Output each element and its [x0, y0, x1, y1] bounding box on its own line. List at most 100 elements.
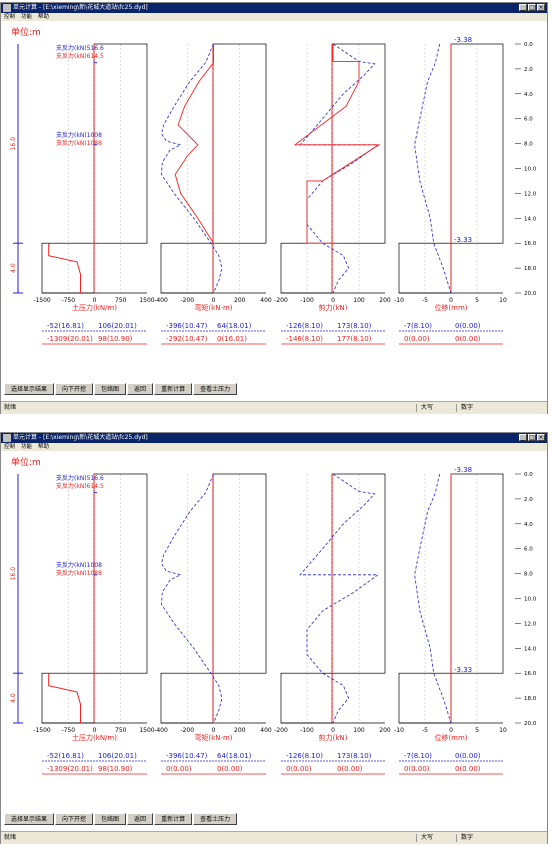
summary-blue-max: 0(0.00) [455, 322, 481, 330]
depth-tick-label: 14.0 [524, 216, 537, 222]
summary-blue-min: -126(8.10) [286, 322, 323, 330]
summary-blue-min: -7(8.10) [404, 752, 432, 760]
axis-tick-label: -100 [300, 297, 314, 304]
select-results-button[interactable]: 选择显示结果 [4, 383, 55, 395]
depth-tick-label: 10.0 [524, 167, 537, 173]
axis-tick-label: 5 [475, 727, 479, 734]
summary-red-min: 0(0.00) [166, 765, 192, 773]
panel-title: 土压力(kN/m) [72, 303, 117, 312]
close-button[interactable]: × [537, 4, 545, 11]
panel-title: 位移(mm) [434, 733, 467, 742]
status-num: 数字 [461, 834, 474, 841]
summary-blue-max: 106(20.01) [98, 322, 137, 330]
support-label: 支反力(kN)516.6 [56, 474, 104, 482]
summary-blue-max: 0(0.00) [455, 752, 481, 760]
recalculate-button[interactable]: 重新计算 [154, 383, 193, 395]
depth-tick-label: 6.0 [524, 117, 533, 123]
menu-help[interactable]: 帮助 [38, 13, 49, 21]
support-label: 支反力(kN)516.6 [56, 44, 104, 52]
axis-tick-label: -750 [61, 297, 75, 304]
depth-tick-label: 12.0 [524, 191, 537, 197]
return-button[interactable]: 返回 [127, 383, 154, 395]
return-button[interactable]: 返回 [127, 813, 154, 825]
title-bar: 单元计算 - [E:\xieming\新\花城大道站\fc25.dyd] _ □… [1, 3, 547, 13]
displacement-top-label: -3.38 [454, 466, 472, 474]
menu-function[interactable]: 功能 [21, 13, 32, 21]
summary-blue-min: -396(10.47) [166, 322, 208, 330]
support-label: 支反力(kN)614.5 [56, 482, 104, 490]
axis-tick-label: 400 [260, 297, 272, 304]
axis-tick-label: 0 [449, 727, 453, 734]
depth-tick-label: 14.0 [524, 646, 537, 652]
summary-red-max: 98(10.90) [98, 765, 133, 773]
unit-label: 单位:m [11, 26, 41, 38]
summary-blue-min: -52(16.81) [47, 752, 84, 760]
menu-bar: 控制 功能 帮助 [1, 13, 547, 21]
wall-outline [331, 473, 386, 674]
depth-tick-label: 0.0 [524, 42, 533, 48]
axis-tick-label: 200 [234, 727, 246, 734]
summary-blue-max: 173(8.10) [337, 752, 372, 760]
summary-red-max: 0(0.00) [217, 765, 243, 773]
view-earth-pressure-button[interactable]: 查看土压力 [193, 813, 238, 825]
excavate-down-button[interactable]: 向下开挖 [55, 813, 94, 825]
select-results-button[interactable]: 选择显示结果 [4, 813, 55, 825]
close-button[interactable]: × [537, 434, 545, 441]
depth-label-upper: 16.0 [10, 567, 17, 581]
axis-tick-label: 200 [379, 727, 391, 734]
summary-red-max: 177(8.10) [337, 335, 372, 343]
envelope-button[interactable]: 包络图 [94, 813, 127, 825]
axis-tick-label: 1500 [139, 727, 154, 734]
depth-tick-label: 0.0 [524, 472, 533, 478]
summary-blue-min: -396(10.47) [166, 752, 208, 760]
menu-control[interactable]: 控制 [4, 13, 15, 21]
depth-tick-label: 8.0 [524, 572, 533, 578]
status-bar: 就绪 大写 数字 [1, 831, 547, 844]
summary-red-max: 0(0.00) [337, 765, 363, 773]
summary-red-min: -292(10.47) [166, 335, 208, 343]
summary-blue-min: -7(8.10) [404, 322, 432, 330]
menu-help[interactable]: 帮助 [38, 443, 49, 451]
axis-tick-label: 100 [353, 297, 365, 304]
maximize-button[interactable]: □ [528, 434, 536, 441]
axis-tick-label: -5 [422, 297, 428, 304]
depth-label-upper: 16.0 [10, 137, 17, 151]
calc-window-top: 单元计算 - [E:\xieming\新\花城大道站\fc25.dyd] _ □… [0, 2, 548, 414]
axis-tick-label: 200 [234, 297, 246, 304]
maximize-button[interactable]: □ [528, 4, 536, 11]
depth-tick-label: 18.0 [524, 266, 537, 272]
summary-red-min: 0(0.00) [404, 765, 430, 773]
summary-red-max: 98(10.90) [98, 335, 133, 343]
wall-outline [331, 43, 386, 244]
axis-tick-label: -200 [180, 727, 194, 734]
support-label: 支反力(kN)1088 [56, 139, 102, 147]
calc-window-bottom: 单元计算 - [E:\xieming\新\花城大道站\fc25.dyd] _ □… [0, 432, 548, 844]
results-plot: 单位:m 16.0 4.0 0.0 2.0 4.0 6.0 8.0 10.0 12.0 14.0 16… [10, 456, 537, 775]
excavate-down-button[interactable]: 向下开挖 [55, 383, 94, 395]
axis-tick-label: 0 [331, 727, 335, 734]
axis-tick-label: -100 [300, 727, 314, 734]
view-earth-pressure-button[interactable]: 查看土压力 [193, 383, 238, 395]
summary-red-max: 0(16.01) [217, 335, 247, 343]
support-label: 支反力(kN)614.5 [56, 52, 104, 60]
recalculate-button[interactable]: 重新计算 [154, 813, 193, 825]
depth-tick-label: 16.0 [524, 671, 537, 677]
depth-tick-label: 20.0 [524, 291, 537, 297]
panel-title: 弯矩(kN-m) [194, 733, 232, 742]
pressure-curve-red [48, 673, 81, 723]
axis-tick-label: 5 [475, 297, 479, 304]
menu-control[interactable]: 控制 [4, 443, 15, 451]
minimize-button[interactable]: _ [519, 434, 527, 441]
results-plot: 单位:m 16.0 4.0 0.0 2.0 4.0 6.0 8.0 10.0 12.0 14.0 16… [10, 26, 537, 345]
panel-title: 剪力(kN) [319, 733, 348, 742]
summary-red-min: 0(0.00) [286, 765, 312, 773]
axis-tick-label: -5 [422, 727, 428, 734]
minimize-button[interactable]: _ [519, 4, 527, 11]
displacement-curve-blue [414, 473, 452, 724]
depth-tick-label: 2.0 [524, 497, 533, 503]
axis-tick-label: 400 [260, 727, 272, 734]
shear-curve-red [293, 44, 381, 244]
envelope-button[interactable]: 包络图 [94, 383, 127, 395]
menu-function[interactable]: 功能 [21, 443, 32, 451]
axis-tick-label: 0 [93, 297, 97, 304]
